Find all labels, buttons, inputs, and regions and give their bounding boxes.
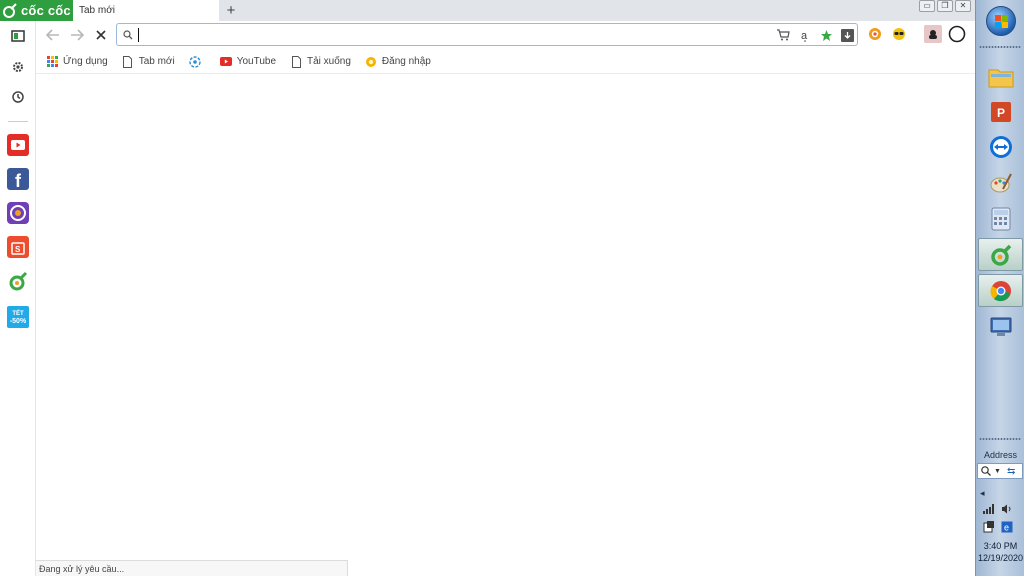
coccoc-dictionary-sidebar-icon[interactable] bbox=[6, 269, 30, 293]
svg-text:e: e bbox=[1004, 523, 1009, 533]
youtube-icon bbox=[219, 56, 232, 68]
address-toolbar-label: Address bbox=[983, 450, 1018, 460]
svg-text:S: S bbox=[15, 245, 21, 254]
calculator-taskbar-icon[interactable] bbox=[978, 202, 1023, 235]
page-icon bbox=[290, 55, 302, 68]
file-explorer-taskbar-icon[interactable] bbox=[978, 60, 1023, 93]
promo-sale-sidebar-icon[interactable]: TẾT -50% bbox=[6, 305, 30, 329]
youtube-sidebar-icon[interactable] bbox=[6, 133, 30, 157]
bookmark-youtube[interactable]: YouTube bbox=[219, 56, 276, 68]
bookmark-new-tab[interactable]: Tab mới bbox=[122, 55, 175, 68]
coccoc-music-sidebar-icon[interactable] bbox=[6, 201, 30, 225]
title-bar: cốc cốc Tab mới + ▭ ❐ ✕ bbox=[0, 0, 975, 21]
svg-text:a: a bbox=[801, 30, 808, 42]
volume-speaker-icon[interactable] bbox=[1000, 503, 1014, 515]
page-icon bbox=[122, 55, 134, 68]
taskbar-grip[interactable] bbox=[979, 437, 1021, 441]
coccoc-extension-icon[interactable] bbox=[866, 25, 884, 43]
logo-text: cốc cốc bbox=[21, 3, 71, 18]
clock-date: 12/19/2020 bbox=[977, 553, 1024, 563]
svg-text:P: P bbox=[997, 106, 1005, 120]
keyboard-language-icon[interactable]: e bbox=[1000, 521, 1014, 533]
taskbar: P Address ▼ ⇆ ◂ e 3:40 PM 12/19/2020 bbox=[975, 0, 1024, 576]
paint-taskbar-icon[interactable] bbox=[978, 166, 1023, 199]
svg-text:f: f bbox=[15, 171, 22, 190]
bookmark-label: YouTube bbox=[236, 56, 276, 67]
download-media-icon[interactable] bbox=[839, 27, 855, 43]
sidebar-toggle-icon[interactable] bbox=[6, 24, 30, 48]
coccoc-taskbar-icon[interactable] bbox=[978, 238, 1023, 271]
coccoc-compass-icon bbox=[189, 55, 201, 68]
settings-gear-icon[interactable] bbox=[6, 55, 30, 79]
tab-new-tab[interactable]: Tab mới bbox=[73, 0, 219, 21]
bookmark-coccoc-compass[interactable] bbox=[189, 55, 206, 68]
bookmark-label: Tải xuống bbox=[307, 56, 351, 67]
go-arrow-icon[interactable]: ⇆ bbox=[1007, 466, 1015, 477]
bookmark-downloads[interactable]: Tải xuống bbox=[290, 55, 351, 68]
forward-button[interactable] bbox=[68, 26, 86, 44]
restore-button[interactable]: ❐ bbox=[937, 0, 953, 12]
promo-badge-top: TẾT bbox=[12, 310, 24, 317]
window-controls: ▭ ❐ ✕ bbox=[919, 0, 971, 12]
profile-extension-icon[interactable] bbox=[924, 25, 942, 43]
action-center-flag-icon[interactable] bbox=[982, 521, 996, 533]
start-button[interactable] bbox=[986, 6, 1016, 36]
dropdown-arrow-icon[interactable]: ▼ bbox=[994, 468, 1001, 475]
stop-loading-button[interactable] bbox=[92, 26, 110, 44]
address-input[interactable] bbox=[137, 26, 757, 43]
bookmark-label: Đăng nhập bbox=[381, 56, 431, 67]
sidebar-divider bbox=[8, 121, 28, 122]
show-hidden-icons-icon[interactable]: ◂ bbox=[980, 488, 985, 499]
search-icon bbox=[981, 466, 991, 476]
sidebar: f S TẾT -50% bbox=[0, 21, 36, 576]
bookmark-login[interactable]: Đăng nhập bbox=[365, 56, 431, 68]
history-icon[interactable] bbox=[6, 85, 30, 109]
taskbar-grip[interactable] bbox=[979, 45, 1021, 49]
minimize-button[interactable]: ▭ bbox=[919, 0, 935, 12]
powerpoint-taskbar-icon[interactable]: P bbox=[978, 95, 1023, 128]
close-button[interactable]: ✕ bbox=[955, 0, 971, 12]
windows-logo-icon bbox=[995, 15, 1008, 28]
new-tab-button[interactable]: + bbox=[222, 2, 240, 19]
status-bar: Đang xử lý yêu cầu... bbox=[36, 560, 348, 576]
sunglasses-extension-icon[interactable] bbox=[890, 25, 908, 43]
bookmark-label: Ứng dụng bbox=[63, 56, 108, 67]
promo-badge-bottom: -50% bbox=[10, 318, 27, 325]
network-signal-icon[interactable] bbox=[982, 503, 996, 515]
account-circle-icon[interactable] bbox=[948, 25, 966, 43]
text-caret bbox=[138, 28, 139, 42]
bookmarks-bar: Ứng dụng Tab mới YouTube Tải xuống Đăng … bbox=[36, 50, 975, 74]
teamviewer-taskbar-icon[interactable] bbox=[978, 130, 1023, 163]
coccoc-logo[interactable]: cốc cốc bbox=[0, 0, 73, 21]
shopee-sidebar-icon[interactable]: S bbox=[6, 235, 30, 259]
clock-time: 3:40 PM bbox=[983, 541, 1018, 551]
chrome-taskbar-icon[interactable] bbox=[978, 274, 1023, 307]
bookmark-apps[interactable]: Ứng dụng bbox=[46, 56, 108, 68]
bookmark-label: Tab mới bbox=[138, 56, 175, 67]
page-content bbox=[36, 78, 975, 576]
coccoc-logo-icon bbox=[3, 2, 17, 18]
facebook-sidebar-icon[interactable]: f bbox=[6, 167, 30, 191]
toolbar: a bbox=[36, 21, 975, 48]
login-icon bbox=[365, 56, 377, 68]
remote-desktop-taskbar-icon[interactable] bbox=[978, 310, 1023, 343]
bookmark-star-icon[interactable] bbox=[818, 27, 834, 43]
address-toolbar-input[interactable]: ▼ ⇆ bbox=[977, 463, 1023, 479]
search-icon bbox=[120, 27, 136, 43]
address-bar[interactable]: a bbox=[116, 23, 858, 46]
tab-title: Tab mới bbox=[79, 5, 116, 16]
browser-window: cốc cốc Tab mới + ▭ ❐ ✕ f S TẾT -50% a Ứ… bbox=[0, 0, 975, 576]
back-button[interactable] bbox=[44, 26, 62, 44]
apps-grid-icon bbox=[46, 56, 58, 68]
shopping-cart-icon[interactable] bbox=[775, 27, 791, 43]
desktop: cốc cốc Tab mới + ▭ ❐ ✕ f S TẾT -50% a Ứ… bbox=[0, 0, 1024, 576]
system-clock[interactable]: 3:40 PM 12/19/2020 bbox=[976, 540, 1024, 564]
vietnamese-typing-icon[interactable]: a bbox=[797, 27, 813, 43]
